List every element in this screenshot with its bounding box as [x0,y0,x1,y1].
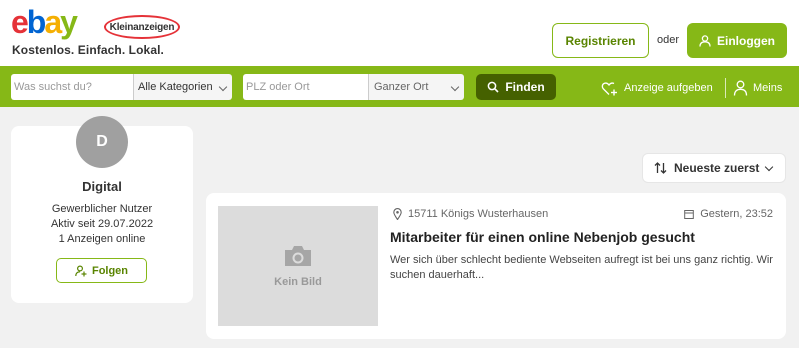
post-ad-label: Anzeige aufgeben [624,82,713,94]
search-bar: Was suchst du? Alle Kategorien PLZ oder … [0,66,799,107]
seller-profile-card: D Digital Gewerblicher Nutzer Aktiv seit… [11,116,193,303]
radius-value: Ganzer Ort [374,81,429,93]
login-button[interactable]: Einloggen [687,23,787,58]
sort-label: Neueste zuerst [674,161,760,175]
site-tagline: Kostenlos. Einfach. Lokal. [12,43,164,57]
find-button[interactable]: Finden [476,74,556,100]
calendar-icon [684,210,695,219]
sort-dropdown[interactable]: Neueste zuerst [642,153,786,183]
follow-label: Folgen [91,264,129,277]
ad-date: Gestern, 23:52 [684,208,773,220]
map-pin-icon [393,208,402,220]
register-button[interactable]: Registrieren [552,23,649,58]
search-input[interactable]: Was suchst du? [11,74,133,100]
seller-ads-count: 1 Anzeigen online [58,233,146,245]
find-label: Finden [505,80,545,94]
site-header: ebay Kleinanzeigen Kostenlos. Einfach. L… [0,0,799,66]
chevron-down-icon [218,82,228,92]
ad-thumbnail-placeholder[interactable]: Kein Bild [218,206,378,326]
category-value: Alle Kategorien [138,81,213,93]
follow-user-icon [75,264,87,276]
meins-label: Meins [753,82,783,94]
search-icon [487,81,499,93]
ad-date-text: Gestern, 23:52 [700,208,773,220]
user-icon [699,34,711,47]
seller-name: Digital [82,179,122,194]
nav-divider [725,78,726,98]
chevron-down-icon [764,162,774,172]
ad-location-text: 15711 Königs Wusterhausen [408,208,549,220]
radius-select[interactable]: Ganzer Ort [368,74,464,100]
post-ad-link[interactable]: Anzeige aufgeben [601,78,713,98]
or-label: oder [657,34,680,46]
follow-button[interactable]: Folgen [56,258,147,283]
ad-location: 15711 Königs Wusterhausen [393,208,548,220]
ad-listing-card[interactable]: Kein Bild 15711 Königs Wusterhausen Gest… [206,193,786,339]
ad-description: Wer sich über schlecht bediente Webseite… [390,254,773,281]
camera-icon [285,246,311,266]
sort-icon [654,162,667,174]
seller-active-since: Aktiv seit 29.07.2022 [50,218,154,230]
heart-plus-icon [601,81,617,95]
avatar: D [76,116,128,168]
logo-badge: Kleinanzeigen [104,15,180,39]
location-input[interactable]: PLZ oder Ort [243,74,368,100]
logo-wordmark: ebay [11,4,78,40]
no-image-label: Kein Bild [274,276,322,288]
category-select[interactable]: Alle Kategorien [133,74,232,100]
seller-type: Gewerblicher Nutzer [51,203,153,215]
chevron-down-icon [450,82,460,92]
ad-title[interactable]: Mitarbeiter für einen online Nebenjob ge… [390,229,695,245]
login-label: Einloggen [717,33,775,48]
meins-link[interactable]: Meins [733,78,782,98]
user-icon [733,80,748,96]
